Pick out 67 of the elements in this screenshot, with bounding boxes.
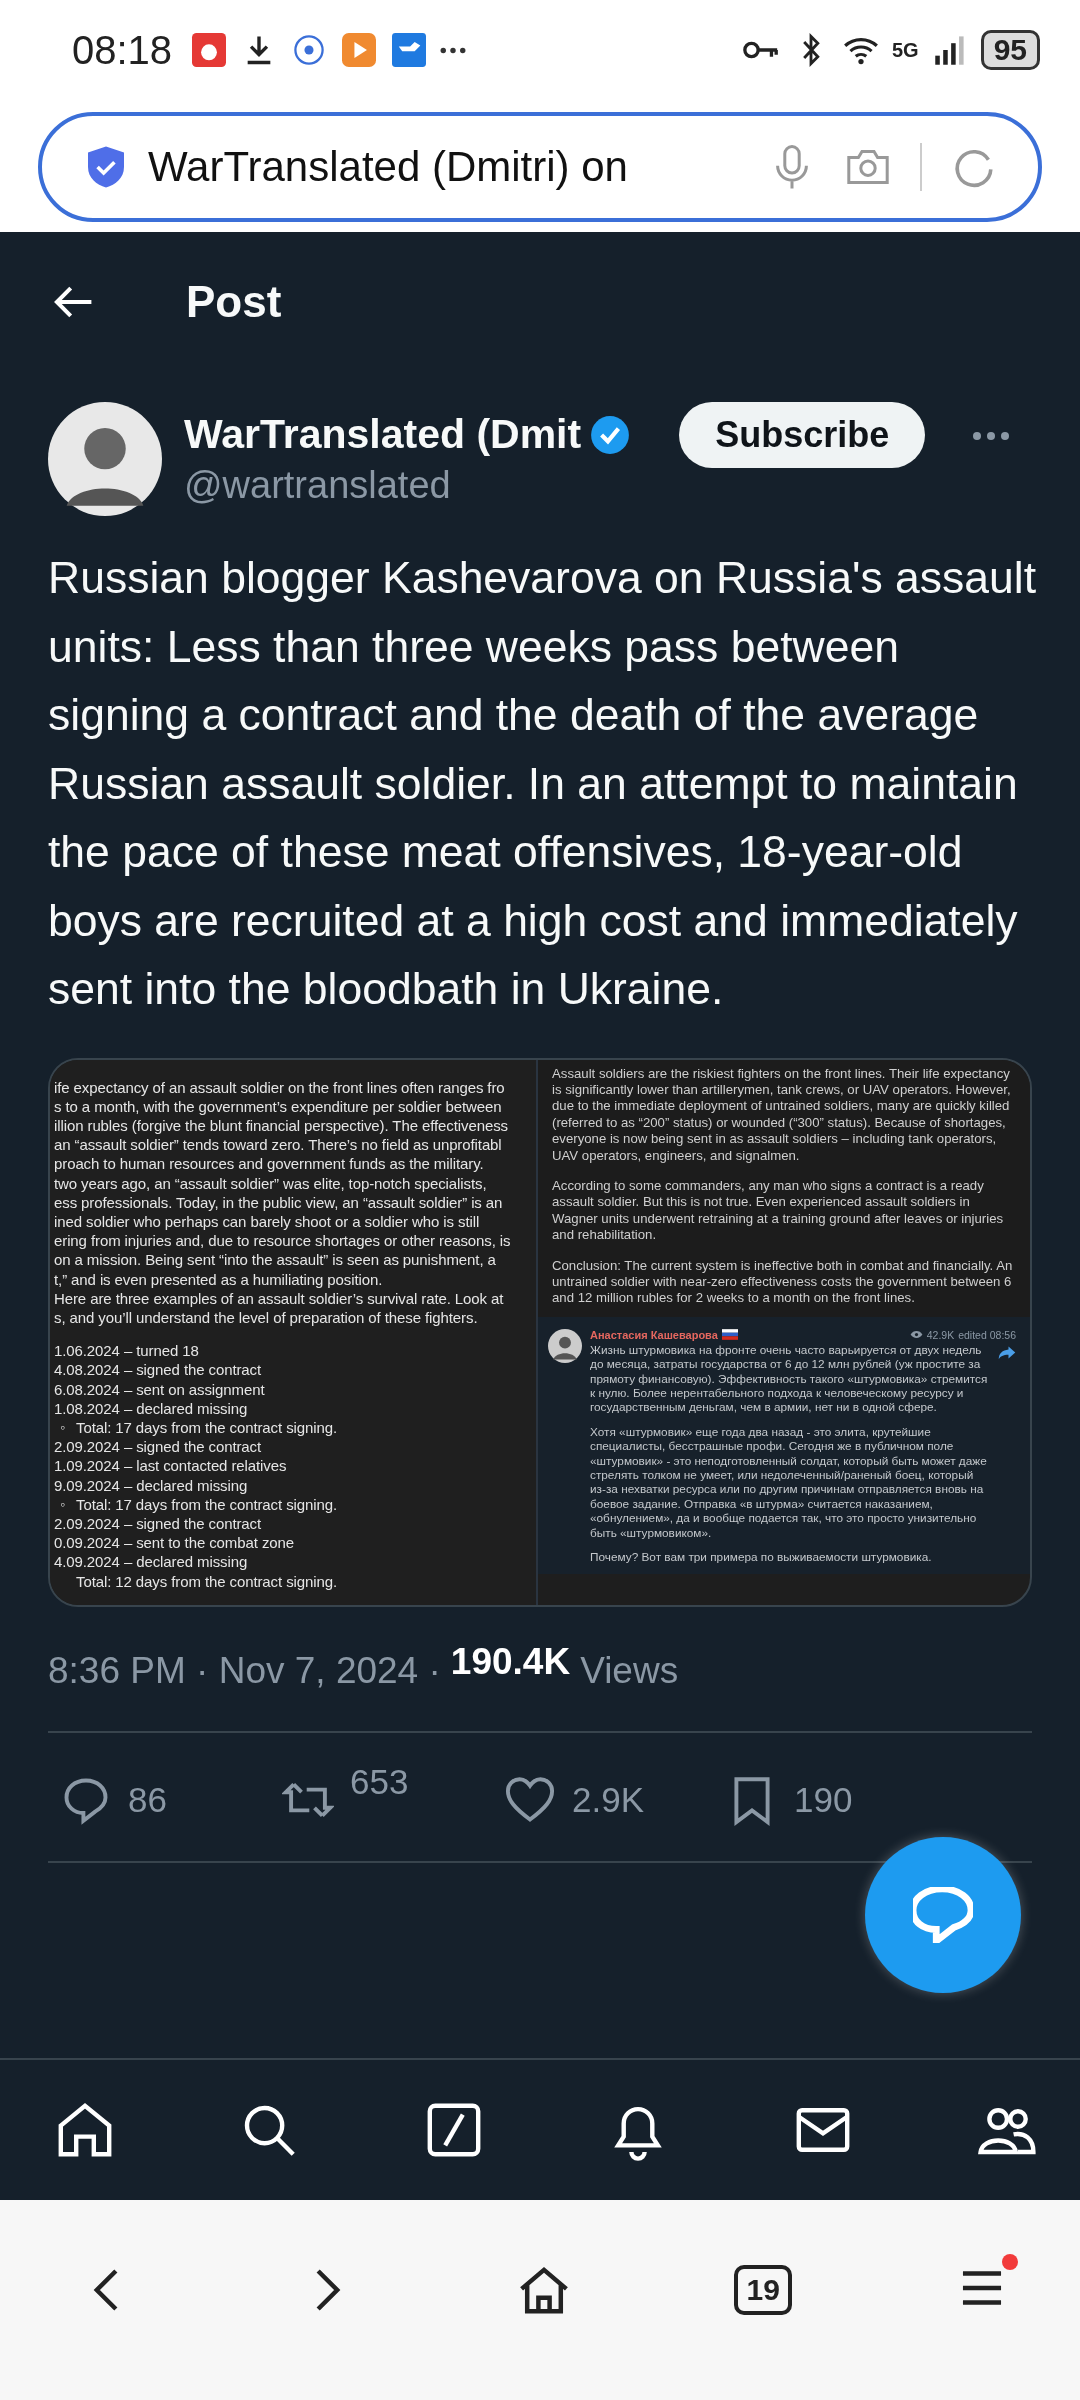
attached-screenshot[interactable]: [48, 1057, 1032, 1607]
action-count: 86: [128, 1779, 167, 1820]
timeline-entry: 1.08.2024 – declared missing: [54, 1398, 249, 1418]
screenshot-text-line: on a mission. Being sent “into the assault” is seen as punishment, a: [54, 1250, 497, 1270]
timeline-entry: 1.09.2024 – last contacted relatives: [54, 1456, 288, 1476]
view-count: 42.9K: [926, 1328, 955, 1341]
edited-time: edited 08:56: [958, 1328, 1016, 1341]
post-text: Russian blogger Kashevarova on Russia's assault units: Less than three weeks pass between signing a contract and the death of the average Russian assault soldier. In an attempt to maintain the pace of these meat offensives, 18-year-old boys are recruited at a high cost and immediately sent into the bloodbath in Ukraine.: [48, 552, 1038, 1015]
timeline-entry: 0.09.2024 – sent to the combat zone: [54, 1533, 295, 1553]
subscribe-button[interactable]: Subscribe: [679, 402, 926, 468]
screenshot-text-line: illion rubles (forgive the blunt financial perspective). The effectiveness: [54, 1115, 509, 1136]
timeline-entry: 2.09.2024 – signed the contract: [54, 1513, 263, 1534]
channel-avatar: [548, 1328, 582, 1363]
action-count: 653: [350, 1761, 409, 1802]
screenshot-paragraph: According to some commanders, any man who signs a contract is a ready assault soldier. But this is not true. Even experienced assault soldiers in Wagner units underwent retraining at a training ground after leaves or injuries and rehabilitation.: [552, 1177, 1005, 1244]
author-handle: @wartranslated: [184, 464, 452, 507]
timeline-entry: 2.09.2024 – signed the contract: [54, 1437, 263, 1457]
screenshot-text-line: ess professionals. Today, in the public view, an “assault soldier” is an: [54, 1192, 504, 1212]
screenshot-text-line: Here are three examples of an assault soldier’s survival rate. Look at: [54, 1288, 505, 1308]
timeline-entry: 6.08.2024 – sent on assignment: [54, 1379, 266, 1399]
channel-post-paragraph: Почему? Вот вам три примера по выживаемости штурмовика.: [590, 1550, 933, 1565]
channel-author-name: Анастасия Кашеварова: [590, 1328, 718, 1341]
timeline-entry: 9.09.2024 – declared missing: [54, 1475, 249, 1495]
author-name[interactable]: WarTranslated (Dmit: [184, 411, 582, 458]
screenshot-text-line: ering from injuries and, due to resource shortages or other reasons, is: [54, 1231, 512, 1251]
screenshot-text-line: ined soldier who perhaps can barely shoot or a soldier who is still: [54, 1211, 481, 1232]
flag-icon: [721, 1329, 738, 1341]
timeline-total: Total: 17 days from the contract signing.: [76, 1494, 338, 1514]
views-label: Views: [580, 1649, 679, 1692]
screenshot-text-line: proach to human resources and government funds as the military.: [54, 1154, 485, 1174]
view-count: 190.4K: [450, 1640, 571, 1683]
more-options-icon[interactable]: [971, 430, 1012, 442]
channel-post-paragraph: Жизнь штурмовика на фронте очень часто варьируется от двух недель до месяца, затраты государства от 6 до 12 млн рублей (уж простите за прямоту финансовую). Эффективность такого «штурмовика» стремится к нулю. Более нерентабельного подхода к человеческому ресурсу и государственным деньгам, чем в армии, нет ни в одной сфере.: [590, 1342, 989, 1415]
page-title: Post: [186, 277, 282, 327]
tab-count-button[interactable]: 19: [734, 2265, 792, 2315]
play-app-icon: [340, 33, 379, 67]
app-notification-icon: [190, 33, 229, 67]
status-time: 08:18: [72, 27, 173, 73]
address-text: WarTranslated (Dmitri) on: [148, 143, 628, 191]
avatar[interactable]: [48, 402, 162, 516]
post-timestamp: 8:36 PM · Nov 7, 2024 ·: [48, 1649, 441, 1692]
timeline-total: Total: 12 days from the contract signing.: [76, 1571, 338, 1591]
battery-level: 95: [980, 30, 1040, 70]
timeline-entry: 4.09.2024 – declared missing: [54, 1552, 249, 1572]
channel-post-paragraph: Хотя «штурмовик» еще года два назад - это элита, крутейшие специалисты, бесстрашные профи. Сегодня же в публичном поле «штурмовик» - это неподготовленный солдат, который быть может даже стрелять толком не умеет, или недолеченный/раненый боец, который из-за нехватки ресурса или по другим причинам отправляется вновь на боевое задание. Отправка «в штурма» считается наказанием, «обнулением», да и вообще подается так, что это просто унизительно быть «штурмовиком».: [590, 1424, 988, 1541]
network-label: 5G: [891, 38, 919, 62]
action-count: 2.9K: [572, 1779, 644, 1820]
more-icon: [440, 46, 467, 54]
screenshot-text-line: s to a month, with the government’s expenditure per soldier between: [54, 1096, 503, 1116]
forward-arrow-icon: [998, 1344, 1016, 1360]
screenshot-paragraph: Conclusion: The current system is ineffective both in combat and financially. An untrained soldier with near-zero effectiveness costs the government between 6 and 12 million rubles for 2 weeks to a month on the front lines.: [552, 1257, 1014, 1307]
screenshot-text-line: two years ago, an “assault soldier” was elite, top-notch specialists,: [54, 1173, 488, 1193]
bullet-marker: ◦: [60, 1495, 65, 1512]
action-count: 190: [794, 1779, 853, 1820]
eye-icon: [909, 1330, 923, 1340]
screenshot-text-line: ife expectancy of an assault soldier on the front lines often ranges fro: [54, 1077, 506, 1097]
address-bar[interactable]: WarTranslated (Dmitri) on: [38, 112, 1042, 222]
speech-bubble-icon: [913, 1887, 973, 1943]
reply-fab-button[interactable]: [865, 1837, 1021, 1993]
screenshot-text-line: an “assault soldier” tends toward zero. There’s no field as unprofitabl: [54, 1135, 503, 1155]
screenshot-text-line: s, and you’ll understand the level of preparation of these fighters.: [54, 1307, 479, 1328]
screenshot-text-line: t,” and is even presented as a humiliating position.: [54, 1269, 384, 1289]
timeline-total: Total: 17 days from the contract signing.: [76, 1417, 338, 1438]
bullet-marker: ◦: [60, 1418, 65, 1435]
timeline-entry: 1.06.2024 – turned 18: [54, 1341, 200, 1361]
timeline-entry: 4.08.2024 – signed the contract: [54, 1360, 263, 1380]
screenshot-paragraph: Assault soldiers are the riskiest fighters on the front lines. Their life expectancy is significantly lower than artillerymen, tank crews, or UAV operators. However, due to the immediate deployment of untrained soldiers, many are quickly killed (referred to as “200” status) or wounded (“300” status). Because of shortages, everyone is now being sent in as assault soldiers – including tank operators, UAV operators, engineers, and signalmen.: [552, 1065, 1012, 1164]
